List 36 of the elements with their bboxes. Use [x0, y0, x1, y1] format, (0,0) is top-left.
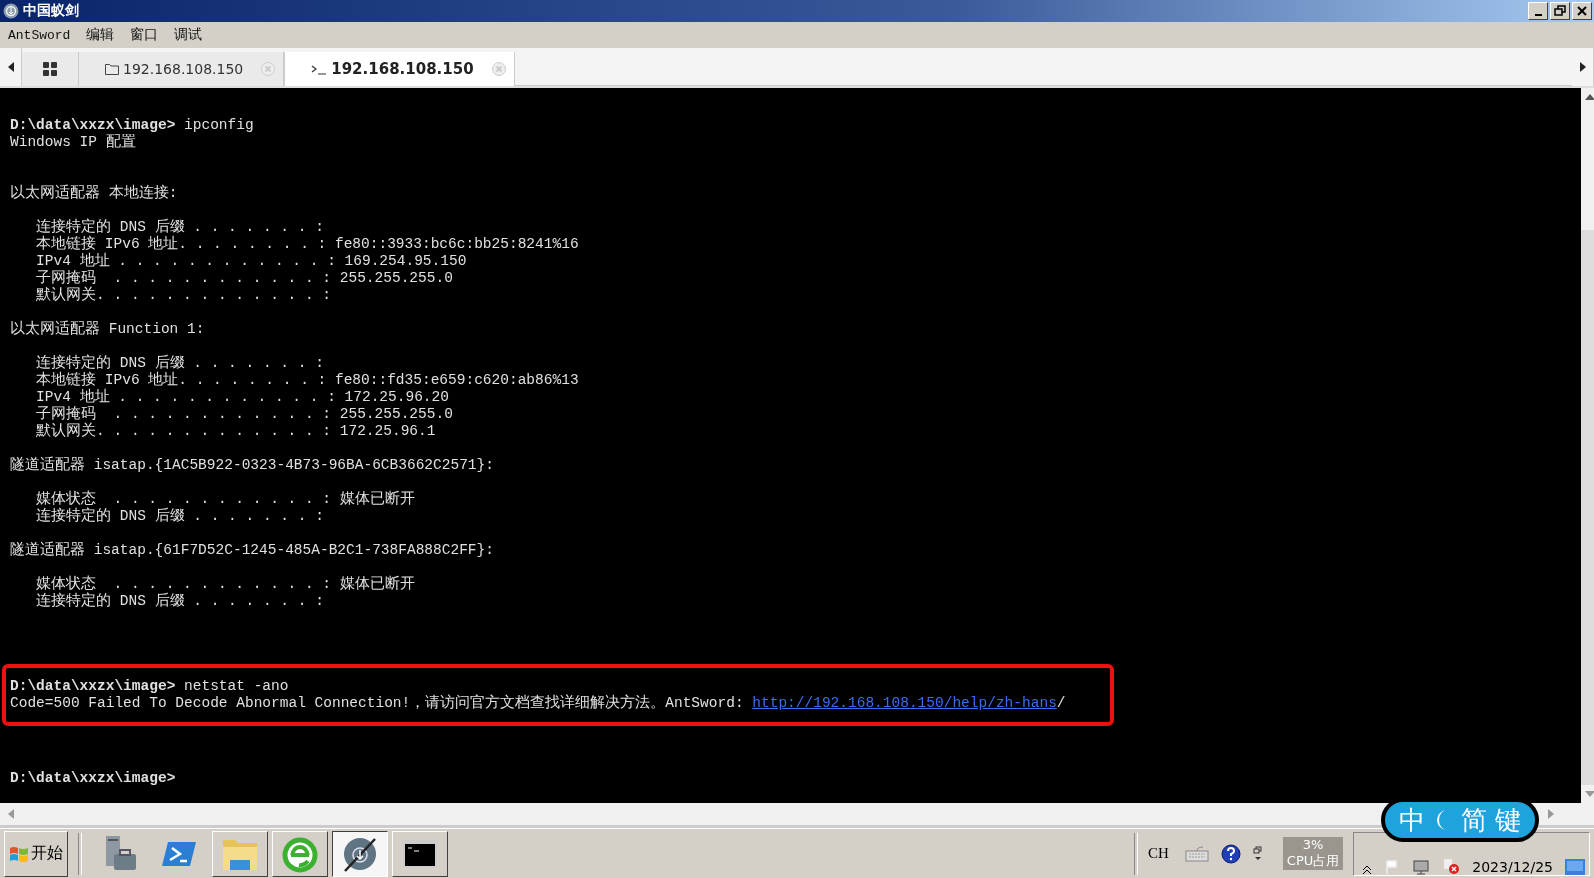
terminal-line: 默认网关. . . . . . . . . . . . . : 172.25.96.1	[35, 423, 437, 440]
terminal-line: D:\data\xxzx\image> netstat -ano	[10, 678, 290, 695]
start-button[interactable]: 开始	[4, 830, 68, 877]
terminal-line: 媒体状态 . . . . . . . . . . . . : 媒体已断开	[35, 491, 416, 507]
tab[interactable]: 192.168.108.150	[284, 52, 515, 86]
menu-item[interactable]: 调试	[174, 26, 203, 44]
terminal-line: Windows IP 配置	[10, 134, 137, 151]
terminal-line: 连接特定的 DNS 后缀 . . . . . . . :	[35, 355, 325, 371]
terminal-line: 默认网关. . . . . . . . . . . . . :	[35, 287, 333, 304]
tab[interactable]: 192.168.108.150	[79, 52, 285, 86]
terminal-line: 子网掩码 . . . . . . . . . . . . : 255.255.255.0	[35, 406, 454, 422]
cpu-percent: 3%	[1302, 837, 1324, 852]
terminal-line: 连接特定的 DNS 后缀 . . . . . . . :	[35, 219, 325, 235]
terminal-line: 本地链接 IPv6 地址. . . . . . . . : fe80::3933:bc6c:bb25:8241%16	[35, 236, 580, 252]
menu-item[interactable]: 编辑	[86, 26, 115, 44]
terminal-line: 本地链接 IPv6 地址. . . . . . . . : fe80::fd35:e659:c620:ab86%13	[35, 372, 580, 388]
terminal-line: 隧道适配器 isatap.{1AC5B922-0323-4B73-96BA-6CB3662C2571}:	[10, 457, 495, 474]
terminal-line: 以太网适配器 本地连接:	[10, 185, 179, 202]
cpu-label: CPU占用	[1286, 852, 1340, 870]
terminal-line: IPv4 地址 . . . . . . . . . . . . : 169.254.95.150	[35, 253, 468, 270]
clock-date[interactable]: 2023/12/25	[1472, 858, 1553, 875]
terminal-line: 子网掩码 . . . . . . . . . . . . : 255.255.255.0	[35, 270, 454, 286]
terminal-line: Code=500 Failed To Decode Abnormal Connection!，请访问官方文档查找详细解决方法。AntSword: http://192.168.108.150/help/zh-hans/	[10, 695, 1067, 712]
window-title: 中国蚁剑	[23, 2, 80, 20]
help-link[interactable]: http://192.168.108.150/help/zh-hans	[752, 695, 1057, 711]
terminal-line: 媒体状态 . . . . . . . . . . . . : 媒体已断开	[35, 576, 416, 592]
terminal-line: IPv4 地址 . . . . . . . . . . . . : 172.25.96.20	[35, 389, 450, 406]
language-indicator[interactable]: CH	[1148, 845, 1169, 862]
terminal-line: D:\data\xxzx\image> ipconfig	[10, 117, 255, 134]
menu-item[interactable]: AntSword	[8, 27, 71, 43]
terminal-line: 连接特定的 DNS 后缀 . . . . . . . :	[35, 593, 325, 610]
terminal-line: 以太网适配器 Function 1:	[10, 321, 206, 338]
terminal-line: 连接特定的 DNS 后缀 . . . . . . . :	[35, 508, 325, 525]
menu-item[interactable]: 窗口	[130, 26, 159, 44]
terminal-line: 隧道适配器 isatap.{61F7D52C-1245-485A-B2C1-738FA888C2FF}:	[10, 542, 495, 559]
terminal-line: D:\data\xxzx\image>	[10, 770, 177, 787]
